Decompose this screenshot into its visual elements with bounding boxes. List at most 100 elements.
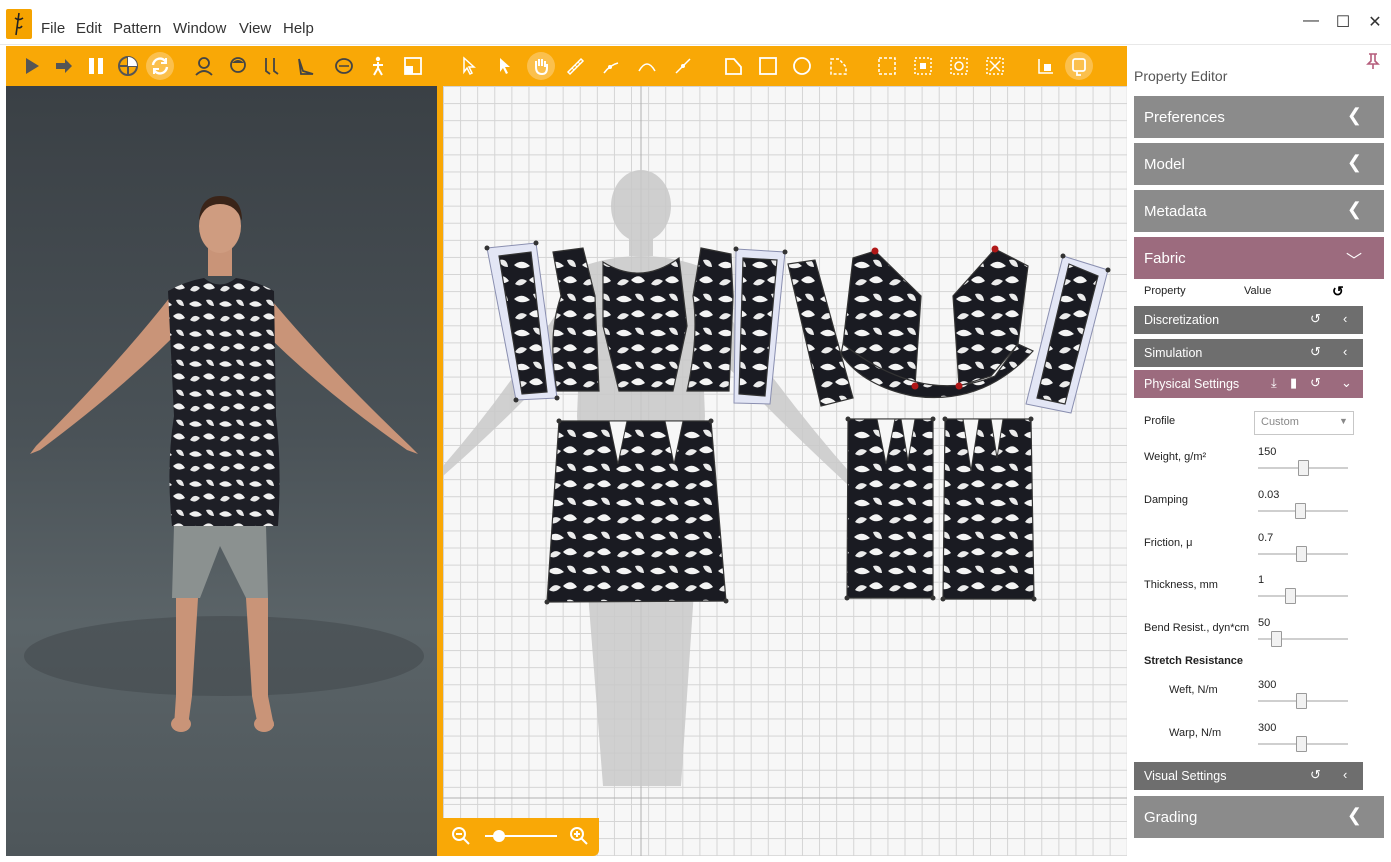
close-button[interactable]: ✕ xyxy=(1360,12,1390,32)
friction-slider[interactable] xyxy=(1258,546,1348,562)
play-icon[interactable] xyxy=(18,52,46,80)
section-fabric[interactable]: Fabric ﹀ xyxy=(1134,237,1384,279)
point-edit-icon[interactable] xyxy=(597,52,625,80)
step-forward-icon[interactable] xyxy=(50,52,78,80)
warp-slider[interactable] xyxy=(1258,736,1348,752)
warp-slider-thumb[interactable] xyxy=(1296,736,1308,752)
notch-icon[interactable] xyxy=(981,52,1009,80)
transform-arrow-icon[interactable] xyxy=(491,52,519,80)
friction-slider-thumb[interactable] xyxy=(1296,546,1308,562)
avatar-head-icon[interactable] xyxy=(190,52,218,80)
weight-slider-thumb[interactable] xyxy=(1298,460,1309,476)
damping-value: 0.03 xyxy=(1258,489,1280,501)
symmetry-icon[interactable] xyxy=(1032,52,1060,80)
thickness-slider[interactable] xyxy=(1258,588,1348,604)
profile-select[interactable]: Custom ▼ xyxy=(1254,411,1354,435)
subsection-label: Simulation xyxy=(1144,346,1203,360)
internal-polygon-icon[interactable] xyxy=(824,52,852,80)
title-bar: File Edit Pattern Window View Help — ☐ ✕ xyxy=(0,0,1391,45)
grade-icon[interactable] xyxy=(945,52,973,80)
thickness-label: Thickness, mm xyxy=(1144,579,1218,591)
section-model[interactable]: Model ❮ xyxy=(1134,143,1384,185)
weft-slider-thumb[interactable] xyxy=(1296,693,1308,709)
hair-icon[interactable] xyxy=(224,52,252,80)
damping-slider[interactable] xyxy=(1258,503,1348,519)
menu-window[interactable]: Window xyxy=(173,20,226,37)
ruler-icon[interactable] xyxy=(561,52,589,80)
internal-rect-icon[interactable] xyxy=(873,52,901,80)
menu-edit[interactable]: Edit xyxy=(76,20,102,37)
section-grading[interactable]: Grading ❮ xyxy=(1134,796,1384,838)
subsection-physical-settings[interactable]: Physical Settings ⤓ ▮ ↺ ⌄ xyxy=(1134,370,1363,398)
profile-label: Profile xyxy=(1144,415,1176,427)
zoom-out-icon[interactable] xyxy=(451,826,471,851)
chevron-left-icon: ❮ xyxy=(1346,199,1362,219)
menu-pattern[interactable]: Pattern xyxy=(113,20,161,37)
zoom-in-icon[interactable] xyxy=(569,826,589,851)
reset-icon[interactable]: ↺ xyxy=(1310,311,1321,327)
heel-icon[interactable] xyxy=(292,52,320,80)
shoes-icon[interactable] xyxy=(258,52,286,80)
maximize-button[interactable]: ☐ xyxy=(1328,12,1358,32)
reset-view-icon[interactable] xyxy=(114,52,142,80)
hand-pan-icon[interactable] xyxy=(527,52,555,80)
damping-slider-thumb[interactable] xyxy=(1295,503,1307,519)
bend-resist-slider-thumb[interactable] xyxy=(1271,631,1282,647)
pause-icon[interactable] xyxy=(82,52,110,80)
select-arrow-icon[interactable] xyxy=(455,52,483,80)
reset-icon[interactable]: ↺ xyxy=(1332,283,1344,300)
minimize-button[interactable]: — xyxy=(1296,12,1326,30)
subsection-simulation[interactable]: Simulation ↺ ‹ xyxy=(1134,339,1363,367)
section-preferences[interactable]: Preferences ❮ xyxy=(1134,96,1384,138)
chevron-down-icon: ⌄ xyxy=(1341,375,1352,390)
section-label: Grading xyxy=(1144,809,1198,826)
subsection-label: Discretization xyxy=(1144,313,1220,327)
chevron-left-icon: ❮ xyxy=(1346,105,1362,125)
bend-resist-slider[interactable] xyxy=(1258,631,1348,647)
pose-icon[interactable] xyxy=(364,52,392,80)
measure-tape-icon[interactable] xyxy=(330,52,358,80)
polygon-icon[interactable] xyxy=(719,52,747,80)
avatar-3d-render xyxy=(24,196,424,732)
thickness-slider-thumb[interactable] xyxy=(1284,588,1296,604)
thickness-value: 1 xyxy=(1258,574,1265,586)
weft-value: 300 xyxy=(1258,679,1277,691)
segment-icon[interactable] xyxy=(669,52,697,80)
weight-label: Weight, g/m² xyxy=(1144,451,1207,463)
3d-viewport[interactable] xyxy=(6,86,437,856)
reset-icon[interactable]: ↺ xyxy=(1310,375,1321,391)
curve-icon[interactable] xyxy=(633,52,661,80)
subsection-visual-settings[interactable]: Visual Settings ↺ ‹ xyxy=(1134,762,1363,790)
app-logo-icon xyxy=(6,9,32,39)
circle-icon[interactable] xyxy=(788,52,816,80)
chevron-down-icon: ▼ xyxy=(1339,416,1348,426)
zoom-slider-thumb[interactable] xyxy=(493,830,505,842)
reset-icon[interactable]: ↺ xyxy=(1310,344,1321,360)
pattern-2d-view[interactable] xyxy=(443,86,1127,856)
chevron-left-icon: ❮ xyxy=(1346,805,1362,825)
chevron-down-icon: ﹀ xyxy=(1345,253,1362,270)
section-label: Model xyxy=(1144,156,1185,173)
menu-help[interactable]: Help xyxy=(283,20,314,37)
sync-icon[interactable] xyxy=(146,52,174,80)
reset-icon[interactable]: ↺ xyxy=(1310,767,1321,783)
file-icon[interactable]: ▮ xyxy=(1290,375,1297,391)
friction-value: 0.7 xyxy=(1258,532,1274,544)
section-label: Metadata xyxy=(1144,203,1207,220)
pin-icon[interactable] xyxy=(1366,52,1380,75)
menu-view[interactable]: View xyxy=(239,20,271,37)
weft-slider[interactable] xyxy=(1258,693,1348,709)
damping-label: Damping xyxy=(1144,494,1189,506)
menu-file[interactable]: File xyxy=(41,20,65,37)
chevron-left-icon: ‹ xyxy=(1343,311,1348,326)
section-label: Fabric xyxy=(1144,250,1186,267)
dart-icon[interactable] xyxy=(909,52,937,80)
bend-resist-label: Bend Resist., dyn*cm xyxy=(1144,622,1250,634)
weight-slider[interactable] xyxy=(1258,460,1348,476)
fold-icon[interactable] xyxy=(1065,52,1093,80)
layout-icon[interactable] xyxy=(399,52,427,80)
subsection-discretization[interactable]: Discretization ↺ ‹ xyxy=(1134,306,1363,334)
download-icon[interactable]: ⤓ xyxy=(1271,375,1277,391)
section-metadata[interactable]: Metadata ❮ xyxy=(1134,190,1384,232)
rectangle-icon[interactable] xyxy=(754,52,782,80)
